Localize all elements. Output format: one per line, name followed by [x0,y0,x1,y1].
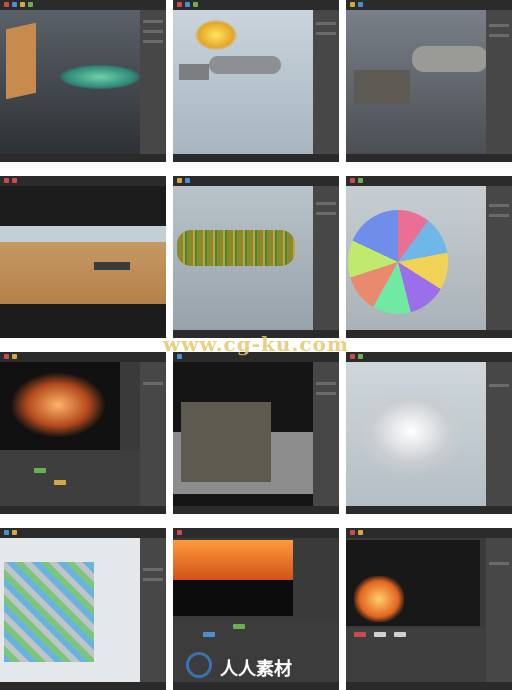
fractured-tanker [177,230,295,266]
logo-icon [186,652,212,678]
attribute-panel[interactable] [140,10,166,154]
menu-bar [173,176,339,186]
watermark-text: www.cg-ku.com [162,332,350,356]
attribute-panel[interactable] [486,538,512,682]
menu-bar [173,528,339,538]
fire-layer [173,540,293,580]
debris-cloud [356,386,466,476]
fire-element [354,576,404,622]
fractured-sphere [348,210,448,314]
viewport[interactable] [173,10,313,154]
sky [0,226,166,242]
render-view[interactable] [346,540,480,626]
timeline[interactable] [346,682,512,690]
attribute-panel[interactable] [486,186,512,330]
tile-small-fire-nodes[interactable] [346,528,512,690]
viewport[interactable] [346,186,486,330]
node[interactable] [34,468,46,473]
explosion [10,372,106,438]
menu-bar [346,0,512,10]
render-view[interactable] [0,362,120,450]
node[interactable] [374,632,386,637]
node-editor[interactable] [0,450,140,506]
menu-bar [173,0,339,10]
desert-ground [0,242,166,304]
node[interactable] [394,632,406,637]
viewport[interactable] [346,362,486,506]
node[interactable] [203,632,215,637]
viewport[interactable] [0,10,140,154]
tile-fractured-tanker-colored[interactable] [0,528,166,690]
node[interactable] [354,632,366,637]
truck-silhouette [94,262,130,270]
tile-truck-render[interactable] [173,352,339,514]
timeline[interactable] [346,154,512,162]
timeline[interactable] [0,682,166,690]
letterbox-top [0,186,166,226]
timeline[interactable] [0,506,166,514]
logo: 人人素材 [186,650,336,682]
truck-model [181,402,271,482]
attribute-panel[interactable] [486,362,512,506]
viewport[interactable] [173,186,313,330]
ground-plane [6,22,36,100]
truck-cab [179,64,209,80]
menu-bar [346,176,512,186]
truck-cab [354,70,410,104]
timeline[interactable] [173,154,339,162]
menu-bar [0,176,166,186]
logo-text: 人人素材 [220,659,292,680]
render-view[interactable] [173,540,293,616]
attribute-panel[interactable] [313,186,339,330]
timeline[interactable] [173,682,339,690]
timeline[interactable] [0,154,166,162]
attribute-panel[interactable] [486,10,512,154]
tile-voronoi-sphere[interactable] [346,176,512,338]
tile-tanker-wireframe-fracture[interactable] [173,176,339,338]
node-editor[interactable] [346,628,486,682]
viewport[interactable] [173,362,313,506]
attribute-panel[interactable] [313,362,339,506]
explosion-cloud [195,20,237,50]
tile-debris-burst[interactable] [346,352,512,514]
tanker-body [209,56,281,74]
tile-tanker-explosion-preview[interactable] [173,0,339,162]
node[interactable] [233,624,245,629]
menu-bar [346,528,512,538]
tanker-body [412,46,488,72]
attribute-panel[interactable] [313,10,339,154]
viewport[interactable] [0,538,140,682]
menu-bar [0,528,166,538]
viewport[interactable] [346,10,488,154]
attribute-panel[interactable] [140,538,166,682]
tile-tanker-truck-spiked[interactable] [346,0,512,162]
tile-desert-landscape[interactable] [0,176,166,338]
timeline[interactable] [173,506,339,514]
timeline[interactable] [346,506,512,514]
tile-particle-scatter[interactable] [0,0,166,162]
fractured-tanker [4,562,94,662]
particle-cloud [60,65,140,89]
tile-explosion-burst[interactable] [0,352,166,514]
node[interactable] [54,480,66,485]
menu-bar [0,0,166,10]
attribute-panel[interactable] [140,362,166,506]
